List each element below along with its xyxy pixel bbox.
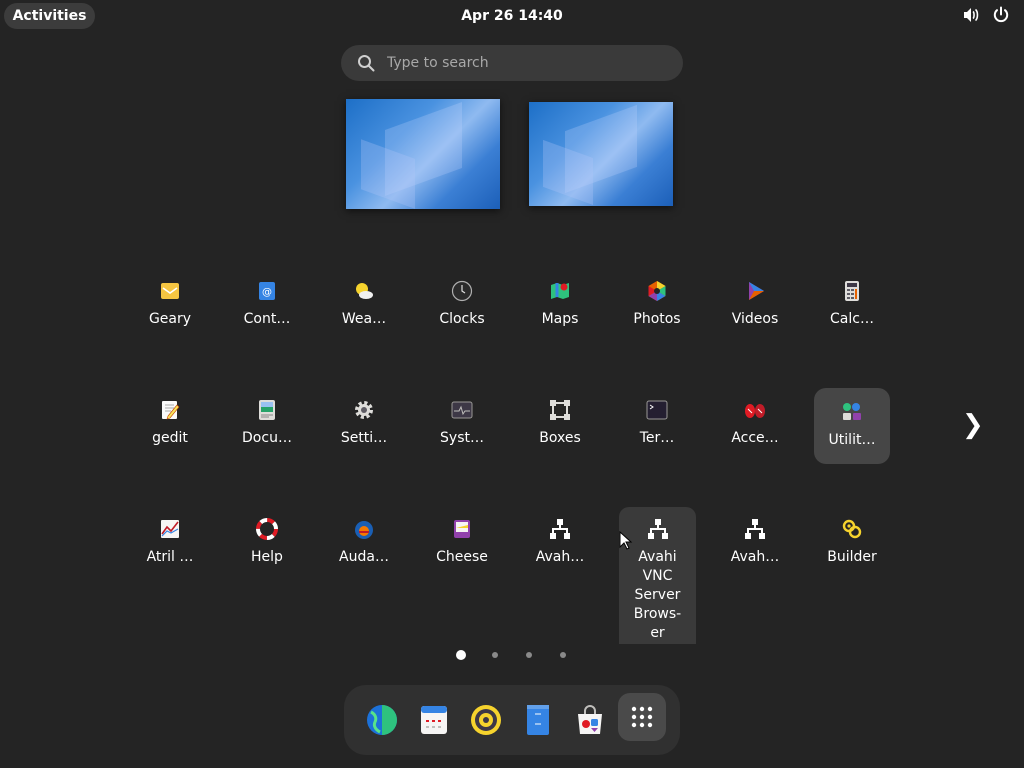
document-viewer-icon — [259, 400, 275, 420]
app-maps[interactable]: Maps — [521, 280, 599, 329]
app-label: Acce… — [731, 430, 779, 446]
app-label: Avahi VNC Server Brows-er — [633, 549, 682, 641]
activities-button[interactable]: Activities — [4, 3, 95, 29]
app-atril[interactable]: Atril … — [131, 518, 209, 567]
app-label: Atril … — [146, 549, 194, 565]
calendar-icon[interactable] — [417, 703, 451, 737]
app-label: Avah… — [535, 549, 585, 565]
geary-icon — [161, 283, 179, 299]
app-label: gedit — [152, 430, 188, 446]
boxes-icon — [550, 400, 570, 420]
app-label: Help — [251, 549, 283, 565]
rhythmbox-icon[interactable] — [469, 703, 503, 737]
clocks-icon — [451, 280, 473, 302]
app-utilities-folder[interactable]: Utilit… — [814, 388, 890, 464]
app-calculator[interactable]: Calc… — [813, 280, 891, 329]
app-gedit[interactable]: gedit — [131, 399, 209, 448]
app-videos[interactable]: Videos — [716, 280, 794, 329]
app-avahi-ssh[interactable]: Avah… — [521, 518, 599, 567]
chevron-right-icon[interactable]: ❯ — [962, 410, 984, 440]
workspace-thumbnail-2[interactable] — [529, 102, 673, 206]
app-label: Avah… — [730, 549, 780, 565]
page-dot-3[interactable] — [526, 652, 532, 658]
app-label: Ter… — [639, 430, 675, 446]
app-clocks[interactable]: Clocks — [423, 280, 501, 329]
app-label: Cont… — [243, 311, 291, 327]
weather-icon — [356, 283, 373, 299]
photos-icon — [648, 281, 666, 301]
app-avahi-zeroconf[interactable]: Avah… — [716, 518, 794, 567]
app-system-monitor[interactable]: Syst… — [423, 399, 501, 448]
app-audacity[interactable]: Auda… — [325, 518, 403, 567]
top-bar: Activities Apr 26 14:40 — [0, 0, 1024, 32]
app-contacts[interactable]: @ Cont… — [228, 280, 306, 329]
app-settings[interactable]: Setti… — [325, 399, 403, 448]
power-icon[interactable] — [992, 6, 1010, 24]
app-terminal[interactable]: Ter… — [618, 399, 696, 448]
contacts-icon: @ — [259, 282, 275, 300]
app-label: Boxes — [539, 430, 581, 446]
app-label: Cheese — [436, 549, 488, 565]
app-label: Clocks — [439, 311, 485, 327]
software-icon[interactable] — [573, 703, 607, 737]
utilities-folder-icon — [843, 403, 861, 420]
settings-icon — [355, 401, 373, 419]
volume-icon[interactable] — [962, 6, 980, 24]
app-label: Wea… — [341, 311, 387, 327]
app-label: Photos — [633, 311, 681, 327]
atril-icon — [161, 520, 179, 538]
app-weather[interactable]: Wea… — [325, 280, 403, 329]
web-browser-icon[interactable] — [365, 703, 399, 737]
builder-icon — [842, 519, 862, 539]
videos-icon — [749, 282, 764, 300]
search-icon — [358, 55, 375, 72]
system-tray[interactable] — [962, 6, 1010, 24]
app-label: Geary — [148, 311, 192, 327]
app-accessories[interactable]: Acce… — [716, 399, 794, 448]
app-label: Utilit… — [828, 432, 876, 448]
app-label: Calc… — [830, 311, 874, 327]
app-label: Maps — [541, 311, 579, 327]
search-bar[interactable] — [341, 45, 683, 81]
app-label: Setti… — [340, 430, 388, 446]
show-apps-button[interactable] — [618, 693, 666, 741]
avahi-zeroconf-icon — [745, 519, 765, 539]
system-monitor-icon — [451, 401, 473, 419]
app-label: Docu… — [242, 430, 292, 446]
maps-icon — [551, 283, 569, 299]
calculator-icon — [845, 281, 859, 301]
avahi-vnc-icon — [647, 519, 668, 539]
app-label: Auda… — [339, 549, 389, 565]
app-boxes[interactable]: Boxes — [521, 399, 599, 448]
terminal-icon — [646, 400, 668, 420]
app-label: Syst… — [440, 430, 484, 446]
cheese-icon — [454, 520, 470, 538]
app-builder[interactable]: Builder — [813, 518, 891, 567]
app-help[interactable]: Help — [228, 518, 306, 567]
app-grid-icon — [631, 706, 653, 728]
gedit-icon — [162, 401, 180, 420]
files-icon[interactable] — [521, 703, 555, 737]
app-avahi-vnc[interactable]: Avahi VNC Server Brows-er — [619, 507, 696, 644]
app-document-viewer[interactable]: Docu… — [228, 399, 306, 448]
mouse-pointer-icon — [619, 531, 633, 550]
audacity-icon — [355, 521, 373, 539]
dock — [344, 685, 680, 755]
page-dot-2[interactable] — [492, 652, 498, 658]
accessories-icon — [745, 404, 765, 418]
app-cheese[interactable]: Cheese — [423, 518, 501, 567]
clock[interactable]: Apr 26 14:40 — [450, 0, 574, 32]
workspace-thumbnail-1[interactable] — [346, 99, 500, 209]
svg-text:@: @ — [262, 287, 272, 298]
page-dot-1[interactable] — [456, 650, 466, 660]
help-icon — [256, 518, 278, 540]
avahi-ssh-icon — [550, 519, 570, 539]
app-photos[interactable]: Photos — [618, 280, 696, 329]
app-label: Videos — [731, 311, 779, 327]
search-input[interactable] — [385, 54, 659, 72]
app-label: Builder — [827, 549, 877, 565]
page-dot-4[interactable] — [560, 652, 566, 658]
app-geary[interactable]: Geary — [131, 280, 209, 329]
